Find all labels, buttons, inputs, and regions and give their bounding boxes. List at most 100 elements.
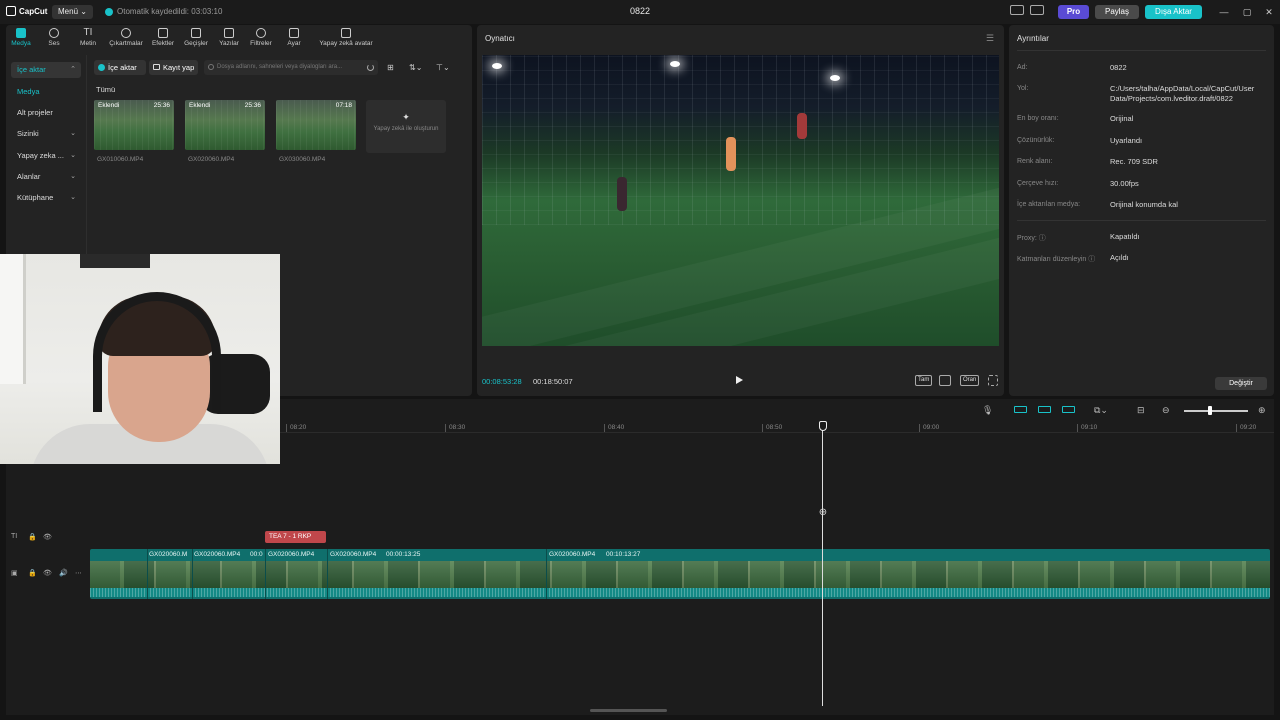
menu-icon[interactable]: ☰ xyxy=(986,33,994,44)
info-icon[interactable]: ⓘ xyxy=(1039,235,1046,242)
tab-ai-avatar-label: Yapay zekâ avatar xyxy=(319,40,373,47)
sidebar-item-import[interactable]: İçe aktar ⌃ xyxy=(11,62,81,78)
sidebar-item-spaces[interactable]: Alanlar ⌄ xyxy=(11,169,81,185)
ratio-button[interactable]: Oran xyxy=(960,375,980,386)
minimize-icon[interactable]: — xyxy=(1218,6,1230,18)
play-icon[interactable] xyxy=(736,376,743,384)
eye-icon[interactable]: 👁 xyxy=(43,533,52,541)
text-clip[interactable]: TEA 7 - 1 RKP xyxy=(265,531,326,543)
divider xyxy=(1017,50,1266,51)
pro-button[interactable]: Pro xyxy=(1058,5,1089,19)
tab-media[interactable]: Medya xyxy=(10,28,32,47)
filter-icon[interactable]: ⊤⌄ xyxy=(436,63,450,72)
ai-create-card[interactable]: ✦ Yapay zekâ ile oluşturun xyxy=(366,100,446,153)
detail-label: Proxy: xyxy=(1017,235,1037,242)
maximize-icon[interactable]: ▢ xyxy=(1241,6,1253,18)
video-frame-detail xyxy=(830,75,840,81)
detail-value: C:/Users/talha/AppData/Local/CapCut/User… xyxy=(1110,84,1255,103)
zoom-out-icon[interactable]: ⊖ xyxy=(1162,405,1170,416)
playhead-drag-icon[interactable]: ⊕ xyxy=(817,507,829,519)
linkage-icon[interactable] xyxy=(1062,406,1075,413)
ai-create-label: Yapay zekâ ile oluşturun xyxy=(373,126,439,132)
tab-media-label: Medya xyxy=(11,40,31,47)
effects-icon xyxy=(158,28,168,38)
shortcut-icon[interactable] xyxy=(1030,5,1044,15)
import-button[interactable]: İçe aktar xyxy=(94,60,146,75)
main-video-track[interactable]: GX020060.M GX020060.MP4 00:0 GX020060.MP… xyxy=(90,549,1270,599)
sort-icon[interactable]: ⇅⌄ xyxy=(409,63,422,72)
tab-audio-label: Ses xyxy=(48,40,60,47)
tab-captions[interactable]: Yazılar xyxy=(216,28,242,47)
share-button[interactable]: Paylaş xyxy=(1095,5,1139,19)
expand-icon[interactable] xyxy=(988,375,998,386)
preview-axis-icon[interactable]: ⧉⌄ xyxy=(1094,405,1108,416)
tab-filters[interactable]: Filtreler xyxy=(247,28,275,47)
media-clip-thumbnail[interactable]: 07:18 xyxy=(276,100,356,150)
chevron-down-icon: ⌄ xyxy=(70,173,76,180)
timeline-scrollbar[interactable] xyxy=(590,709,667,712)
record-button[interactable]: Kayıt yap xyxy=(149,60,198,75)
clip-divider xyxy=(192,549,193,599)
info-icon[interactable]: ⓘ xyxy=(1088,256,1095,263)
zoom-slider[interactable] xyxy=(1184,410,1248,412)
speaker-icon[interactable]: 🔊 xyxy=(59,569,68,577)
import-button-label: İçe aktar xyxy=(108,63,137,72)
tab-audio[interactable]: Ses xyxy=(44,28,64,47)
lock-icon[interactable]: 🔒 xyxy=(28,569,37,577)
video-preview[interactable] xyxy=(482,55,999,346)
webcam-headset xyxy=(93,292,221,412)
detail-value: 0822 xyxy=(1110,63,1127,72)
refresh-icon[interactable] xyxy=(367,64,374,71)
transitions-icon xyxy=(191,28,201,38)
layout-icon[interactable] xyxy=(1010,5,1024,15)
media-search-input[interactable]: Dosya adlarını, sahneleri veya diyalogla… xyxy=(204,60,378,75)
fullscreen-mode-button[interactable]: Tam xyxy=(915,375,933,386)
tab-transitions[interactable]: Geçişler xyxy=(182,28,210,47)
clip-name: GX010060.MP4 xyxy=(97,156,144,163)
playhead[interactable] xyxy=(822,424,823,706)
export-button[interactable]: Dışa Aktar xyxy=(1145,5,1202,19)
filters-icon xyxy=(256,28,266,38)
webcam-background-window xyxy=(0,254,26,384)
media-clip-thumbnail[interactable]: Eklendi 25:36 xyxy=(94,100,174,150)
auto-snap-icon[interactable] xyxy=(1038,406,1051,413)
media-clip-thumbnail[interactable]: Eklendi 25:36 xyxy=(185,100,265,150)
clip-duration: 25:36 xyxy=(153,102,170,109)
main-track-magnet-icon[interactable] xyxy=(1014,406,1027,413)
tab-text[interactable]: TI Metin xyxy=(76,28,100,48)
sidebar-item-ai[interactable]: Yapay zeka ... ⌄ xyxy=(11,148,81,164)
clip-divider xyxy=(327,549,328,599)
clip-label: 00:0 xyxy=(250,551,263,558)
tab-adjust[interactable]: Ayar xyxy=(283,28,305,47)
ruler-tick: 09:20 xyxy=(1236,424,1256,432)
audio-waveform xyxy=(90,588,1270,597)
tool-tabs: Medya Ses TI Metin Çıkartmalar Efektler … xyxy=(6,25,472,51)
more-icon[interactable]: ⋯ xyxy=(75,569,82,577)
tab-effects[interactable]: Efektler xyxy=(149,28,177,47)
tab-ai-avatar[interactable]: Yapay zekâ avatar xyxy=(311,28,381,47)
video-frame-detail xyxy=(492,63,502,69)
eye-icon[interactable]: 👁 xyxy=(43,569,52,577)
snapshot-icon[interactable] xyxy=(939,375,951,386)
close-icon[interactable]: ✕ xyxy=(1263,6,1275,18)
change-button[interactable]: Değiştir xyxy=(1215,377,1267,390)
microphone-icon[interactable]: 🎙 xyxy=(982,405,993,416)
sidebar-item-label: Sizinki xyxy=(17,129,39,138)
playhead-handle[interactable] xyxy=(819,421,827,431)
sidebar-item-library[interactable]: Kütüphane ⌄ xyxy=(11,190,81,206)
caption-icon[interactable]: ⊟ xyxy=(1137,405,1145,416)
tab-stickers[interactable]: Çıkartmalar xyxy=(106,28,146,47)
sidebar-item-yours[interactable]: Sizinki ⌄ xyxy=(11,126,81,142)
zoom-slider-handle[interactable] xyxy=(1208,406,1212,415)
sidebar-item-media[interactable]: Medya xyxy=(11,84,81,100)
detail-label: Ad: xyxy=(1017,64,1028,71)
filmstrip-shading xyxy=(90,561,1270,588)
clip-label: GX020060.M xyxy=(149,551,188,558)
sidebar-item-subprojects[interactable]: Alt projeler xyxy=(11,105,81,121)
sidebar-item-label: Yapay zeka ... xyxy=(17,151,64,160)
grid-view-icon[interactable]: ⊞ xyxy=(387,63,394,72)
lock-icon[interactable]: 🔒 xyxy=(28,533,37,541)
zoom-in-icon[interactable]: ⊕ xyxy=(1258,405,1266,416)
detail-label: Yol: xyxy=(1017,85,1029,92)
sidebar-item-label: Medya xyxy=(17,87,40,96)
